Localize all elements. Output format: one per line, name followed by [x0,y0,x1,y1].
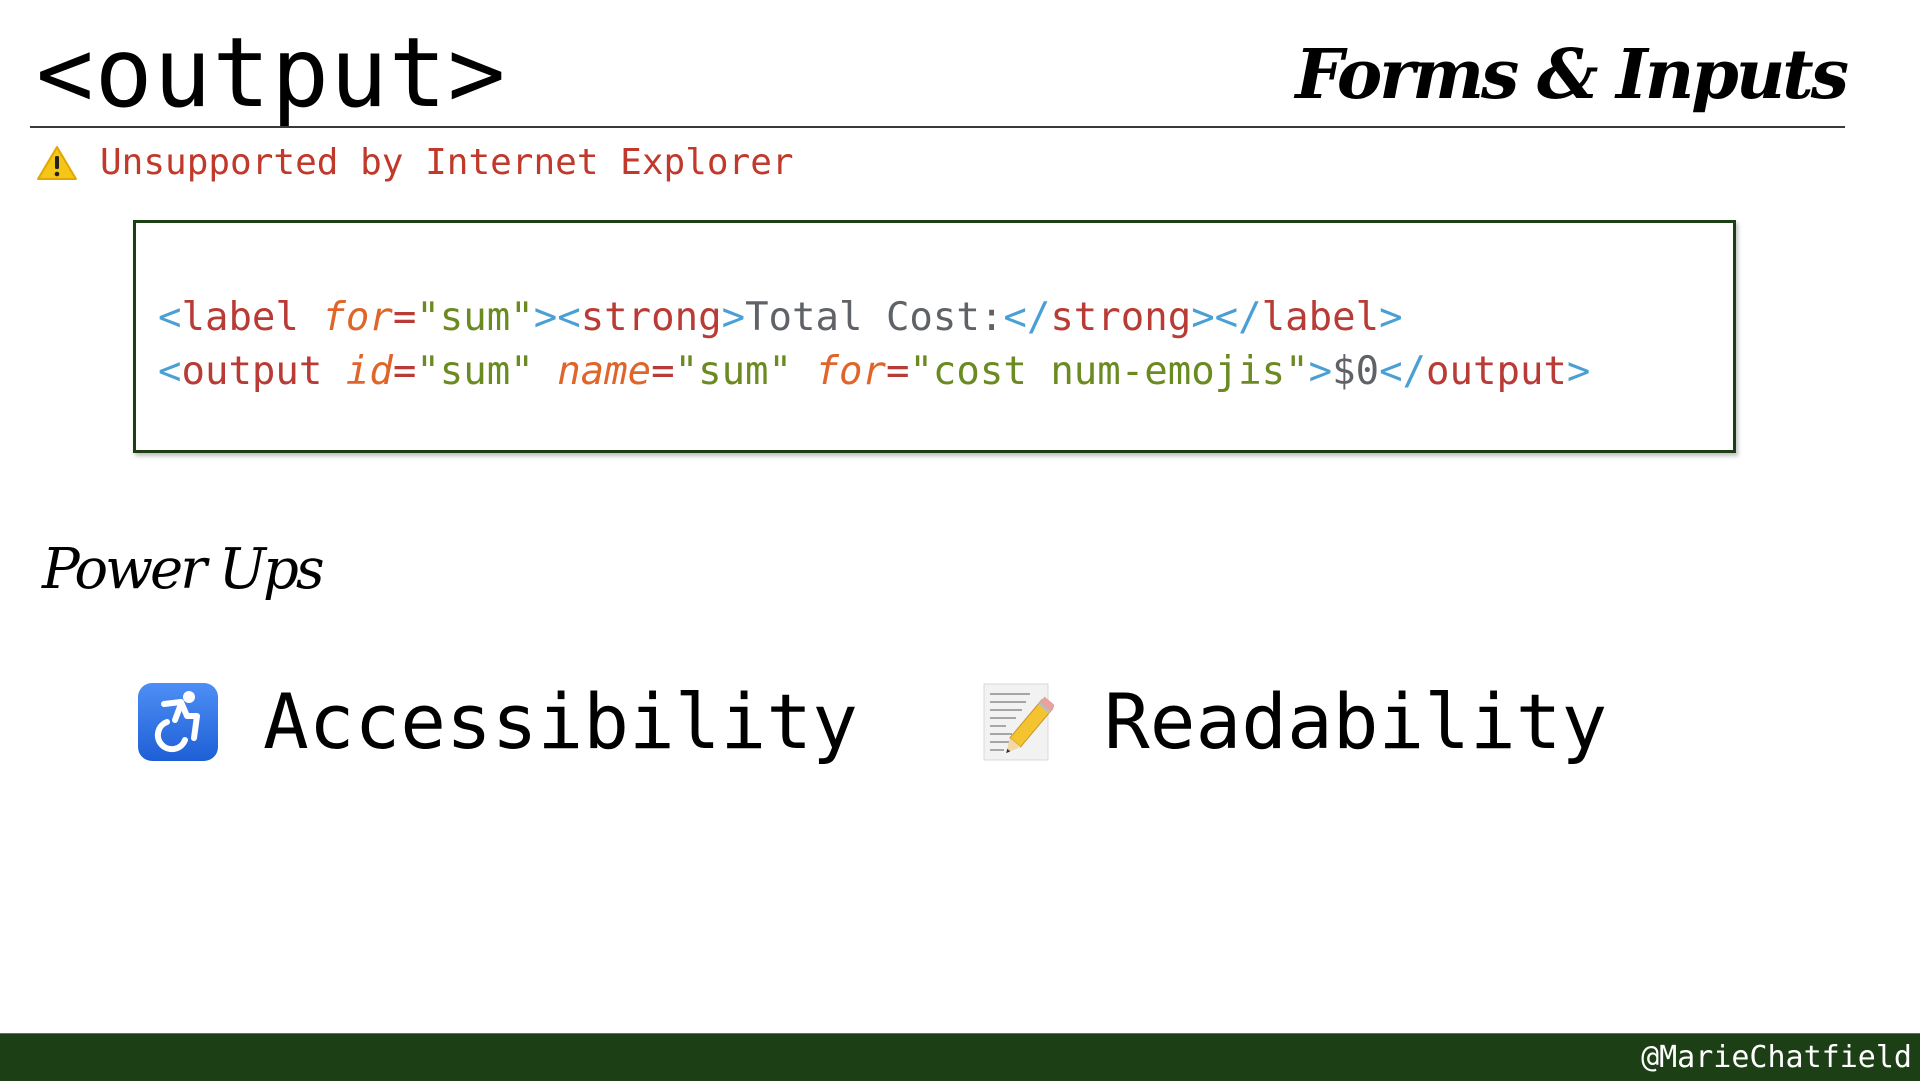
warning-icon [36,145,78,181]
code-token-text: Total Cost: [745,295,1004,340]
code-token-tag: strong [580,295,722,340]
code-token-attr: id [345,349,393,394]
code-token-punct: ></ [1191,295,1262,340]
section-label: Forms & Inputs [1295,35,1849,115]
code-token-tag: strong [1050,295,1192,340]
powerup-label: Accessibility [263,677,858,766]
code-token-punct: < [158,295,182,340]
powerup-readability: Readability [982,672,1607,772]
code-token-punct: </ [1003,295,1051,340]
memo-icon [982,682,1056,762]
code-token-eq: = [392,349,417,394]
warning-text: Unsupported by Internet Explorer [100,142,794,183]
code-line-label: <label for="sum"><strong>Total Cost:</st… [158,291,1403,345]
code-token-punct: > [1566,349,1591,394]
code-token-eq: = [885,349,910,394]
author-handle: @MarieChatfield [1641,1040,1912,1075]
code-token-punct: > [721,295,746,340]
code-token-tag: label [1261,295,1380,340]
code-token-str: "sum" [674,349,793,394]
code-token-tag: output [181,349,323,394]
code-token-str: "sum" [416,295,534,340]
code-token-eq: = [651,349,675,394]
code-token-punct: > [1308,349,1333,394]
powerups-heading: Power Ups [42,537,325,602]
code-token-punct: < [158,349,182,394]
powerup-label: Readability [1104,677,1608,766]
code-token-str: "sum" [416,349,534,394]
code-token-punct: > [1379,295,1403,340]
code-token-punct: >< [533,295,581,340]
powerup-accessibility: Accessibility [137,672,858,772]
header-divider [30,126,1845,128]
browser-support-warning: Unsupported by Internet Explorer [36,142,794,183]
code-token-punct: </ [1379,349,1427,394]
code-token-tag: output [1426,349,1567,394]
wheelchair-icon [137,682,219,762]
code-token-str: "cost num-emojis" [909,349,1309,394]
code-token-attr: for [815,349,886,394]
code-snippet: <label for="sum"><strong>Total Cost:</st… [133,220,1736,453]
code-token-tag: label [181,295,299,340]
slide-title: <output> [36,17,507,129]
code-token-text: $0 [1332,349,1380,394]
code-line-output: <output id="sum" name="sum" for="cost nu… [158,345,1590,399]
code-token-eq: = [392,295,417,340]
footer-bar: @MarieChatfield [0,1033,1920,1081]
code-token-attr: for [322,295,393,340]
code-token-attr: name [557,349,652,394]
